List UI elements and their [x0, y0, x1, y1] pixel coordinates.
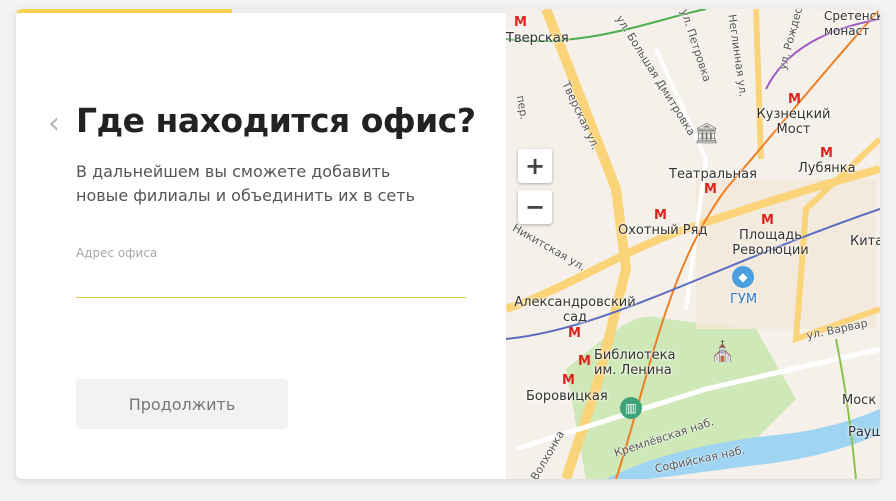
place-label: ГУМ — [730, 292, 758, 307]
page-subtitle: В дальнейшем вы сможете добавить новые ф… — [76, 162, 415, 205]
station-label: Площадь Революции — [732, 228, 809, 258]
map-canvas — [506, 9, 880, 479]
zoom-out-button[interactable]: − — [518, 190, 552, 224]
station-label: Охотный Ряд — [618, 223, 708, 238]
continue-button[interactable]: Продолжить — [76, 379, 288, 429]
metro-icon: M — [568, 326, 581, 341]
metro-icon: M — [578, 354, 591, 369]
shopping-bag-icon: ◆ — [732, 266, 754, 288]
library-icon: ▥ — [620, 397, 642, 419]
metro-icon: M — [788, 92, 801, 107]
onboarding-card: ‹ Где находится офис? В дальнейшем вы см… — [16, 9, 880, 479]
metro-icon: M — [514, 15, 527, 30]
metro-icon: M — [562, 373, 575, 388]
metro-icon: M — [704, 182, 717, 197]
place-label: Раушская — [848, 425, 880, 440]
metro-line-lightgreen — [835, 338, 857, 479]
theatre-icon: 🏛 — [694, 121, 720, 145]
page-title: Где находится офис? — [76, 101, 476, 140]
office-form: ‹ Где находится офис? В дальнейшем вы см… — [16, 9, 506, 479]
address-field-label: Адрес офиса — [76, 246, 158, 260]
kremlin-icon: ⛪ — [710, 339, 735, 363]
metro-icon: M — [654, 208, 667, 223]
place-label: Моск — [842, 393, 877, 408]
metro-icon: M — [761, 213, 774, 228]
station-label: Лубянка — [798, 161, 856, 176]
station-label: Китай — [850, 234, 880, 249]
station-label: Библиотека им. Ленина — [594, 348, 676, 378]
station-label: Театральная — [669, 167, 757, 182]
metro-icon: M — [820, 146, 833, 161]
zoom-in-button[interactable]: + — [518, 149, 552, 183]
chevron-left-icon[interactable]: ‹ — [48, 109, 68, 139]
station-label: Сретенский монаст — [824, 9, 880, 38]
map[interactable]: + − M Тверская M Кузнецкий Мост M Театра… — [506, 9, 880, 479]
station-label: Кузнецкий Мост — [756, 107, 831, 137]
station-label: Тверская — [506, 31, 569, 46]
address-input[interactable] — [76, 271, 466, 298]
station-label: Александровский сад — [514, 295, 636, 325]
station-label: Боровицкая — [526, 389, 608, 404]
